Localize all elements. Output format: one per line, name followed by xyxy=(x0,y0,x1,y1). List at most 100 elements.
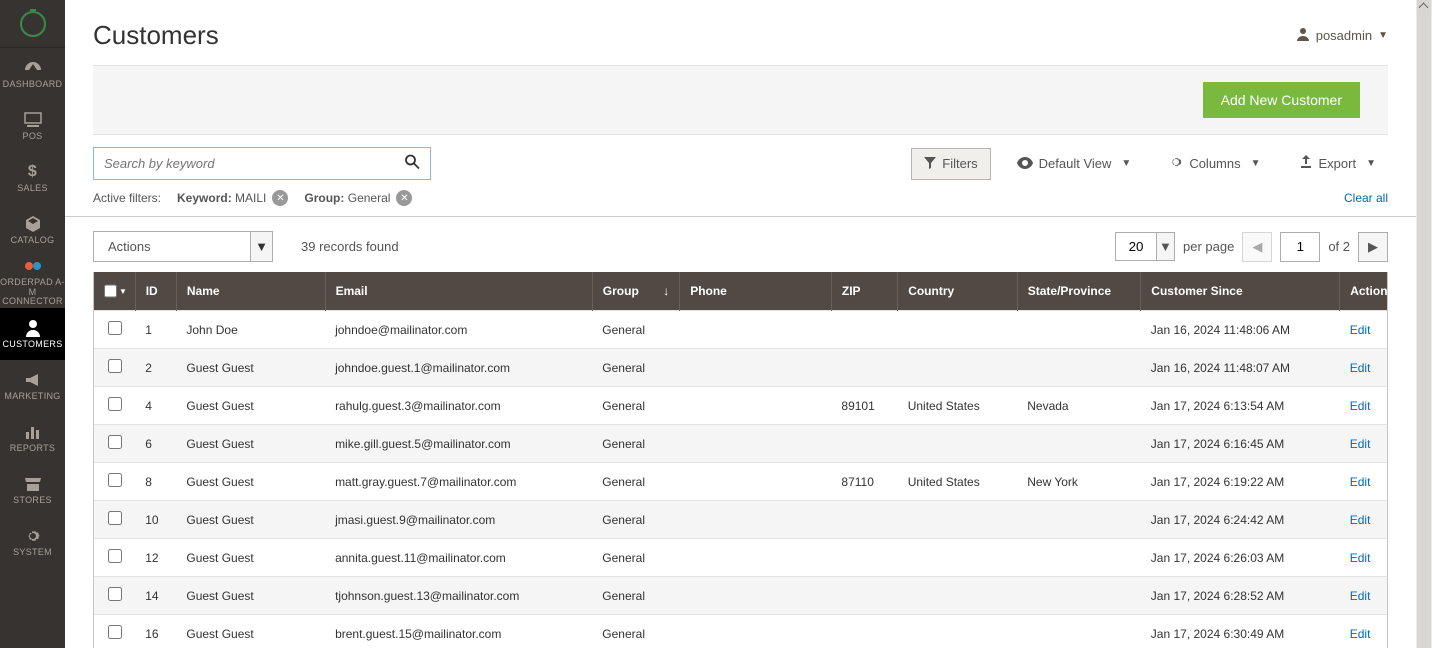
table-row[interactable]: 12Guest Guestannita.guest.11@mailinator.… xyxy=(94,539,1387,577)
sidebar-item-label: REPORTS xyxy=(10,444,55,453)
clear-all-filters[interactable]: Clear all xyxy=(1344,191,1388,205)
row-checkbox[interactable] xyxy=(108,397,122,411)
sidebar-item-sales[interactable]: $ SALES xyxy=(0,152,65,204)
cell-state xyxy=(1017,577,1141,615)
col-country[interactable]: Country xyxy=(898,272,1018,311)
cell-group: General xyxy=(592,311,679,349)
table-row[interactable]: 16Guest Guestbrent.guest.15@mailinator.c… xyxy=(94,615,1387,648)
select-all-checkbox[interactable] xyxy=(104,284,117,298)
table-row[interactable]: 4Guest Guestrahulg.guest.3@mailinator.co… xyxy=(94,387,1387,425)
cell-id: 2 xyxy=(135,349,176,387)
remove-filter-icon[interactable]: ✕ xyxy=(396,190,412,206)
edit-link[interactable]: Edit xyxy=(1350,399,1371,413)
cell-country: United States xyxy=(898,387,1018,425)
current-page-input[interactable] xyxy=(1280,232,1320,262)
sidebar-item-reports[interactable]: REPORTS xyxy=(0,412,65,464)
cell-name: Guest Guest xyxy=(176,577,325,615)
gauge-icon xyxy=(23,59,43,77)
col-zip[interactable]: ZIP xyxy=(831,272,897,311)
sidebar-item-marketing[interactable]: MARKETING xyxy=(0,360,65,412)
cell-country xyxy=(898,311,1018,349)
search-icon[interactable] xyxy=(404,153,420,174)
filters-button[interactable]: Filters xyxy=(911,148,990,180)
logo-cell[interactable] xyxy=(0,0,65,48)
cell-id: 10 xyxy=(135,501,176,539)
edit-link[interactable]: Edit xyxy=(1350,475,1371,489)
table-row[interactable]: 6Guest Guestmike.gill.guest.5@mailinator… xyxy=(94,425,1387,463)
next-page-button[interactable]: ▶ xyxy=(1358,232,1388,262)
dollar-icon: $ xyxy=(23,163,43,181)
cell-phone xyxy=(680,539,832,577)
sidebar-item-pos[interactable]: POS xyxy=(0,100,65,152)
cell-zip xyxy=(831,425,897,463)
row-checkbox[interactable] xyxy=(108,321,122,335)
table-row[interactable]: 8Guest Guestmatt.gray.guest.7@mailinator… xyxy=(94,463,1387,501)
filter-chip-group: Group: General ✕ xyxy=(304,190,412,206)
cell-group: General xyxy=(592,577,679,615)
cell-group: General xyxy=(592,501,679,539)
cell-email: annita.guest.11@mailinator.com xyxy=(325,539,592,577)
page-size-select[interactable]: ▼ xyxy=(1115,232,1175,261)
row-checkbox[interactable] xyxy=(108,359,122,373)
chevron-down-icon[interactable]: ▼ xyxy=(250,232,272,261)
col-id[interactable]: ID xyxy=(135,272,176,311)
cell-phone xyxy=(680,311,832,349)
vertical-scrollbar[interactable] xyxy=(1416,0,1432,648)
cell-since: Jan 17, 2024 6:28:52 AM xyxy=(1141,577,1340,615)
cell-phone xyxy=(680,425,832,463)
cell-zip xyxy=(831,615,897,648)
upload-icon xyxy=(1299,155,1313,172)
prev-page-button[interactable]: ◀ xyxy=(1242,232,1272,262)
user-menu[interactable]: posadmin ▼ xyxy=(1296,27,1388,44)
col-email[interactable]: Email xyxy=(325,272,592,311)
sidebar-item-catalog[interactable]: CATALOG xyxy=(0,204,65,256)
row-checkbox[interactable] xyxy=(108,625,122,639)
export-button[interactable]: Export ▼ xyxy=(1287,148,1388,179)
remove-filter-icon[interactable]: ✕ xyxy=(272,190,288,206)
sidebar-item-dashboard[interactable]: DASHBOARD xyxy=(0,48,65,100)
row-checkbox[interactable] xyxy=(108,587,122,601)
cell-id: 16 xyxy=(135,615,176,648)
cube-icon xyxy=(23,215,43,233)
row-checkbox[interactable] xyxy=(108,473,122,487)
cell-email: matt.gray.guest.7@mailinator.com xyxy=(325,463,592,501)
col-name[interactable]: Name xyxy=(176,272,325,311)
edit-link[interactable]: Edit xyxy=(1350,361,1371,375)
sidebar-item-system[interactable]: SYSTEM xyxy=(0,516,65,568)
cell-state xyxy=(1017,539,1141,577)
edit-link[interactable]: Edit xyxy=(1350,551,1371,565)
col-state[interactable]: State/Province xyxy=(1017,272,1141,311)
col-since[interactable]: Customer Since xyxy=(1141,272,1340,311)
row-checkbox[interactable] xyxy=(108,549,122,563)
mass-actions-select[interactable]: Actions ▼ xyxy=(93,231,273,262)
default-view-button[interactable]: Default View ▼ xyxy=(1005,149,1144,179)
cell-group: General xyxy=(592,425,679,463)
edit-link[interactable]: Edit xyxy=(1350,323,1371,337)
sidebar-item-stores[interactable]: STORES xyxy=(0,464,65,516)
chevron-down-icon: ▼ xyxy=(1378,30,1388,41)
table-row[interactable]: 10Guest Guestjmasi.guest.9@mailinator.co… xyxy=(94,501,1387,539)
table-row[interactable]: 1John Doejohndoe@mailinator.comGeneralJa… xyxy=(94,311,1387,349)
columns-button[interactable]: Columns ▼ xyxy=(1157,148,1272,179)
col-phone[interactable]: Phone xyxy=(680,272,832,311)
row-checkbox[interactable] xyxy=(108,511,122,525)
sidebar-item-orderpad[interactable]: ORDERPAD A-M CONNECTOR xyxy=(0,256,65,308)
add-new-customer-button[interactable]: Add New Customer xyxy=(1203,82,1360,118)
records-found: 39 records found xyxy=(301,239,399,254)
table-row[interactable]: 14Guest Guesttjohnson.guest.13@mailinato… xyxy=(94,577,1387,615)
sidebar-item-customers[interactable]: CUSTOMERS xyxy=(0,308,65,360)
table-row[interactable]: 2Guest Guestjohndoe.guest.1@mailinator.c… xyxy=(94,349,1387,387)
col-group[interactable]: Group↓ xyxy=(592,272,679,311)
edit-link[interactable]: Edit xyxy=(1350,437,1371,451)
edit-link[interactable]: Edit xyxy=(1350,627,1371,641)
search-input[interactable] xyxy=(94,148,430,179)
select-all-header[interactable]: ▼ xyxy=(94,272,135,311)
sidebar-item-label: SALES xyxy=(17,184,48,193)
row-checkbox[interactable] xyxy=(108,435,122,449)
sidebar-item-label: DASHBOARD xyxy=(3,80,63,89)
edit-link[interactable]: Edit xyxy=(1350,589,1371,603)
cell-name: Guest Guest xyxy=(176,539,325,577)
chevron-down-icon[interactable]: ▼ xyxy=(1156,233,1174,260)
page-size-input[interactable] xyxy=(1116,233,1156,260)
edit-link[interactable]: Edit xyxy=(1350,513,1371,527)
